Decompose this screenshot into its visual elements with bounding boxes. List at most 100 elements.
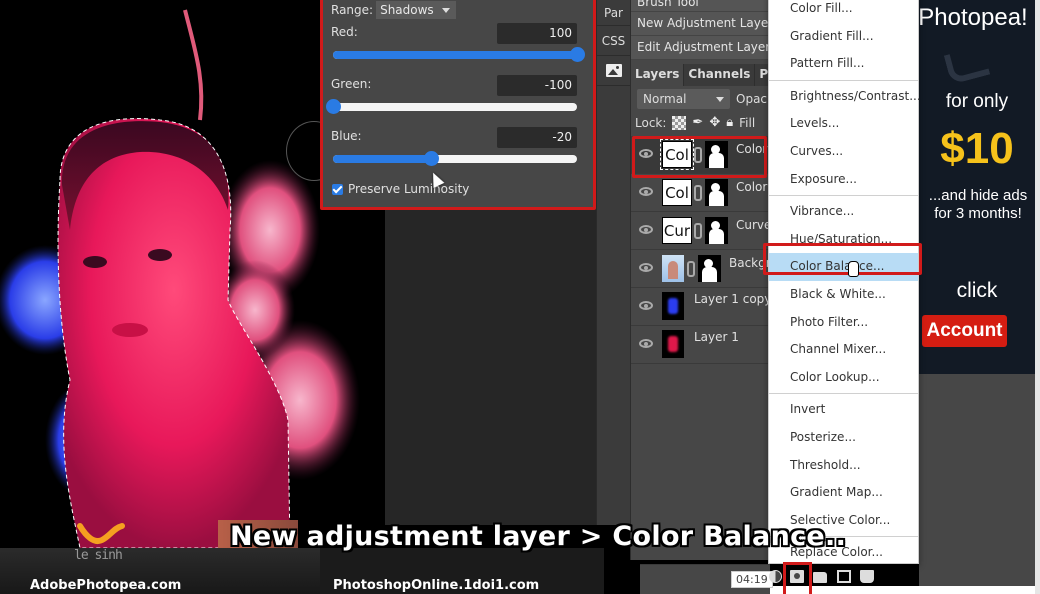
site-left-label: AdobePhotopea.com [30, 578, 182, 593]
visibility-eye-icon[interactable] [639, 263, 653, 272]
fill-label: Fill [739, 115, 756, 130]
link-chain-icon[interactable] [694, 223, 702, 239]
red-value-input[interactable]: 100 [497, 23, 577, 44]
visibility-eye-icon[interactable] [639, 225, 653, 234]
account-button[interactable]: Account [922, 315, 1007, 347]
lock-row: Lock: ✒ ✥ 🔒︎ Fill [635, 115, 755, 130]
layer-mask-thumbnail[interactable] [705, 217, 728, 244]
tab-layers[interactable]: Layers [631, 64, 685, 86]
menu-item-color-fill[interactable]: Color Fill... [769, 0, 918, 23]
scrollbar[interactable] [1035, 0, 1040, 594]
blue-label: Blue: [331, 129, 362, 143]
link-chain-icon[interactable] [694, 185, 702, 201]
blend-mode-value: Normal [643, 92, 687, 106]
lesinh-logo-icon [77, 523, 125, 544]
layer-name: Layer 1 copy [694, 292, 770, 306]
new-adjustment-layer-menu: Color Fill... Gradient Fill... Pattern Fil… [768, 0, 921, 564]
hand-cursor-icon [848, 261, 859, 277]
layer-row[interactable]: Layer 1 copy [631, 288, 770, 326]
link-chain-icon[interactable] [687, 261, 695, 277]
opacity-label: Opacity [736, 92, 770, 106]
history-item[interactable]: Brush Tool [631, 0, 770, 12]
visibility-eye-icon[interactable] [639, 339, 653, 348]
red-slider-fill [333, 51, 577, 59]
range-label: Range: [331, 3, 374, 17]
menu-item-channel-mixer[interactable]: Channel Mixer... [769, 336, 918, 364]
menu-item-exposure[interactable]: Exposure... [769, 166, 918, 194]
layer-name: Layer 1 [694, 330, 739, 344]
preserve-luminosity-label: Preserve Luminosity [348, 182, 470, 196]
blue-slider[interactable] [333, 151, 577, 166]
lock-position-move-icon[interactable]: ✥ [709, 115, 720, 130]
lock-transparency-icon[interactable] [672, 115, 687, 130]
blend-mode-select[interactable]: Normal [637, 89, 730, 109]
menu-item-gradient-fill[interactable]: Gradient Fill... [769, 23, 918, 51]
layer-row[interactable]: Col Color Balance 1 [631, 174, 770, 212]
menu-item-levels[interactable]: Levels... [769, 110, 918, 138]
video-timestamp: 04:19 [731, 571, 773, 588]
menu-item-photo-filter[interactable]: Photo Filter... [769, 309, 918, 337]
side-panel-strip: Par CSS [596, 0, 630, 525]
layers-tabs: Layers Channels Paths [631, 64, 770, 86]
new-layer-icon[interactable] [837, 570, 851, 583]
menu-item-posterize[interactable]: Posterize... [769, 424, 918, 452]
blue-slider-thumb[interactable] [423, 151, 439, 166]
strip-css[interactable]: CSS [597, 26, 630, 56]
menu-item-color-lookup[interactable]: Color Lookup... [769, 364, 918, 392]
selected-layer-highlight [632, 136, 767, 178]
layer-mask-thumbnail[interactable] [698, 255, 721, 282]
blue-value-input[interactable]: -20 [497, 127, 577, 148]
menu-item-brightness-contrast[interactable]: Brightness/Contrast... [769, 83, 921, 111]
strip-paragraph[interactable]: Par [597, 0, 630, 26]
green-slider-thumb[interactable] [326, 99, 341, 114]
lock-pixels-brush-icon[interactable]: ✒ [692, 115, 703, 130]
menu-item-pattern-fill[interactable]: Pattern Fill... [769, 50, 918, 78]
layer-thumbnail [662, 330, 684, 358]
menu-separator [769, 79, 918, 81]
watermark-logo-icon [943, 45, 991, 85]
tab-channels[interactable]: Channels [684, 64, 756, 86]
site-right-label: PhotoshopOnline.1doi1.com [333, 578, 540, 593]
menu-item-vibrance[interactable]: Vibrance... [769, 198, 918, 226]
preserve-luminosity-checkbox[interactable] [332, 183, 343, 195]
strip-image[interactable] [597, 56, 630, 86]
green-slider[interactable] [326, 99, 577, 114]
menu-item-threshold[interactable]: Threshold... [769, 452, 918, 480]
layer-row[interactable]: Cur Curves 1 [631, 212, 770, 250]
ad-price: $10 [940, 124, 1014, 173]
new-group-folder-icon[interactable] [813, 572, 827, 583]
layer-thumbnail [662, 292, 684, 320]
adjustment-layer-icon[interactable] [769, 570, 782, 583]
red-slider-thumb[interactable] [570, 47, 585, 62]
ad-title: Photopea! [919, 4, 1028, 31]
ad-panel: Photopea! for only $10 ...and hide ads f… [919, 0, 1035, 374]
range-row: Range: Shadows [331, 1, 456, 19]
delete-trash-icon[interactable] [860, 570, 874, 583]
visibility-eye-icon[interactable] [639, 301, 653, 310]
layer-thumbnail: Cur [662, 217, 692, 244]
green-label: Green: [331, 77, 372, 91]
mask-button-highlight [783, 562, 812, 594]
layer-mask-thumbnail[interactable] [705, 179, 728, 206]
menu-item-gradient-map[interactable]: Gradient Map... [769, 479, 918, 507]
video-caption: New adjustment layer > Color Balance.. [230, 521, 847, 552]
layer-row[interactable]: Background [631, 250, 770, 288]
history-item[interactable]: New Adjustment Layer [631, 12, 770, 36]
workspace-area [385, 205, 600, 525]
menu-item-highlight [763, 243, 922, 275]
green-value-input[interactable]: -100 [497, 75, 577, 96]
menu-item-curves[interactable]: Curves... [769, 138, 918, 166]
visibility-eye-icon[interactable] [639, 187, 653, 196]
red-slider[interactable] [333, 47, 585, 62]
history-item[interactable]: Edit Adjustment Layer [631, 36, 770, 60]
range-select[interactable]: Shadows [376, 1, 456, 19]
ad-hide-line1: ...and hide ads [928, 187, 1028, 204]
layer-row[interactable]: Layer 1 [631, 326, 770, 364]
menu-item-black-white[interactable]: Black & White... [769, 281, 918, 309]
lock-all-icon[interactable]: 🔒︎ [726, 115, 733, 130]
image-icon [605, 64, 622, 77]
range-value: Shadows [380, 3, 434, 17]
preserve-luminosity-row[interactable]: Preserve Luminosity [332, 182, 469, 196]
layer-name: Color Balance 1 [736, 180, 770, 194]
menu-item-invert[interactable]: Invert [769, 396, 918, 424]
